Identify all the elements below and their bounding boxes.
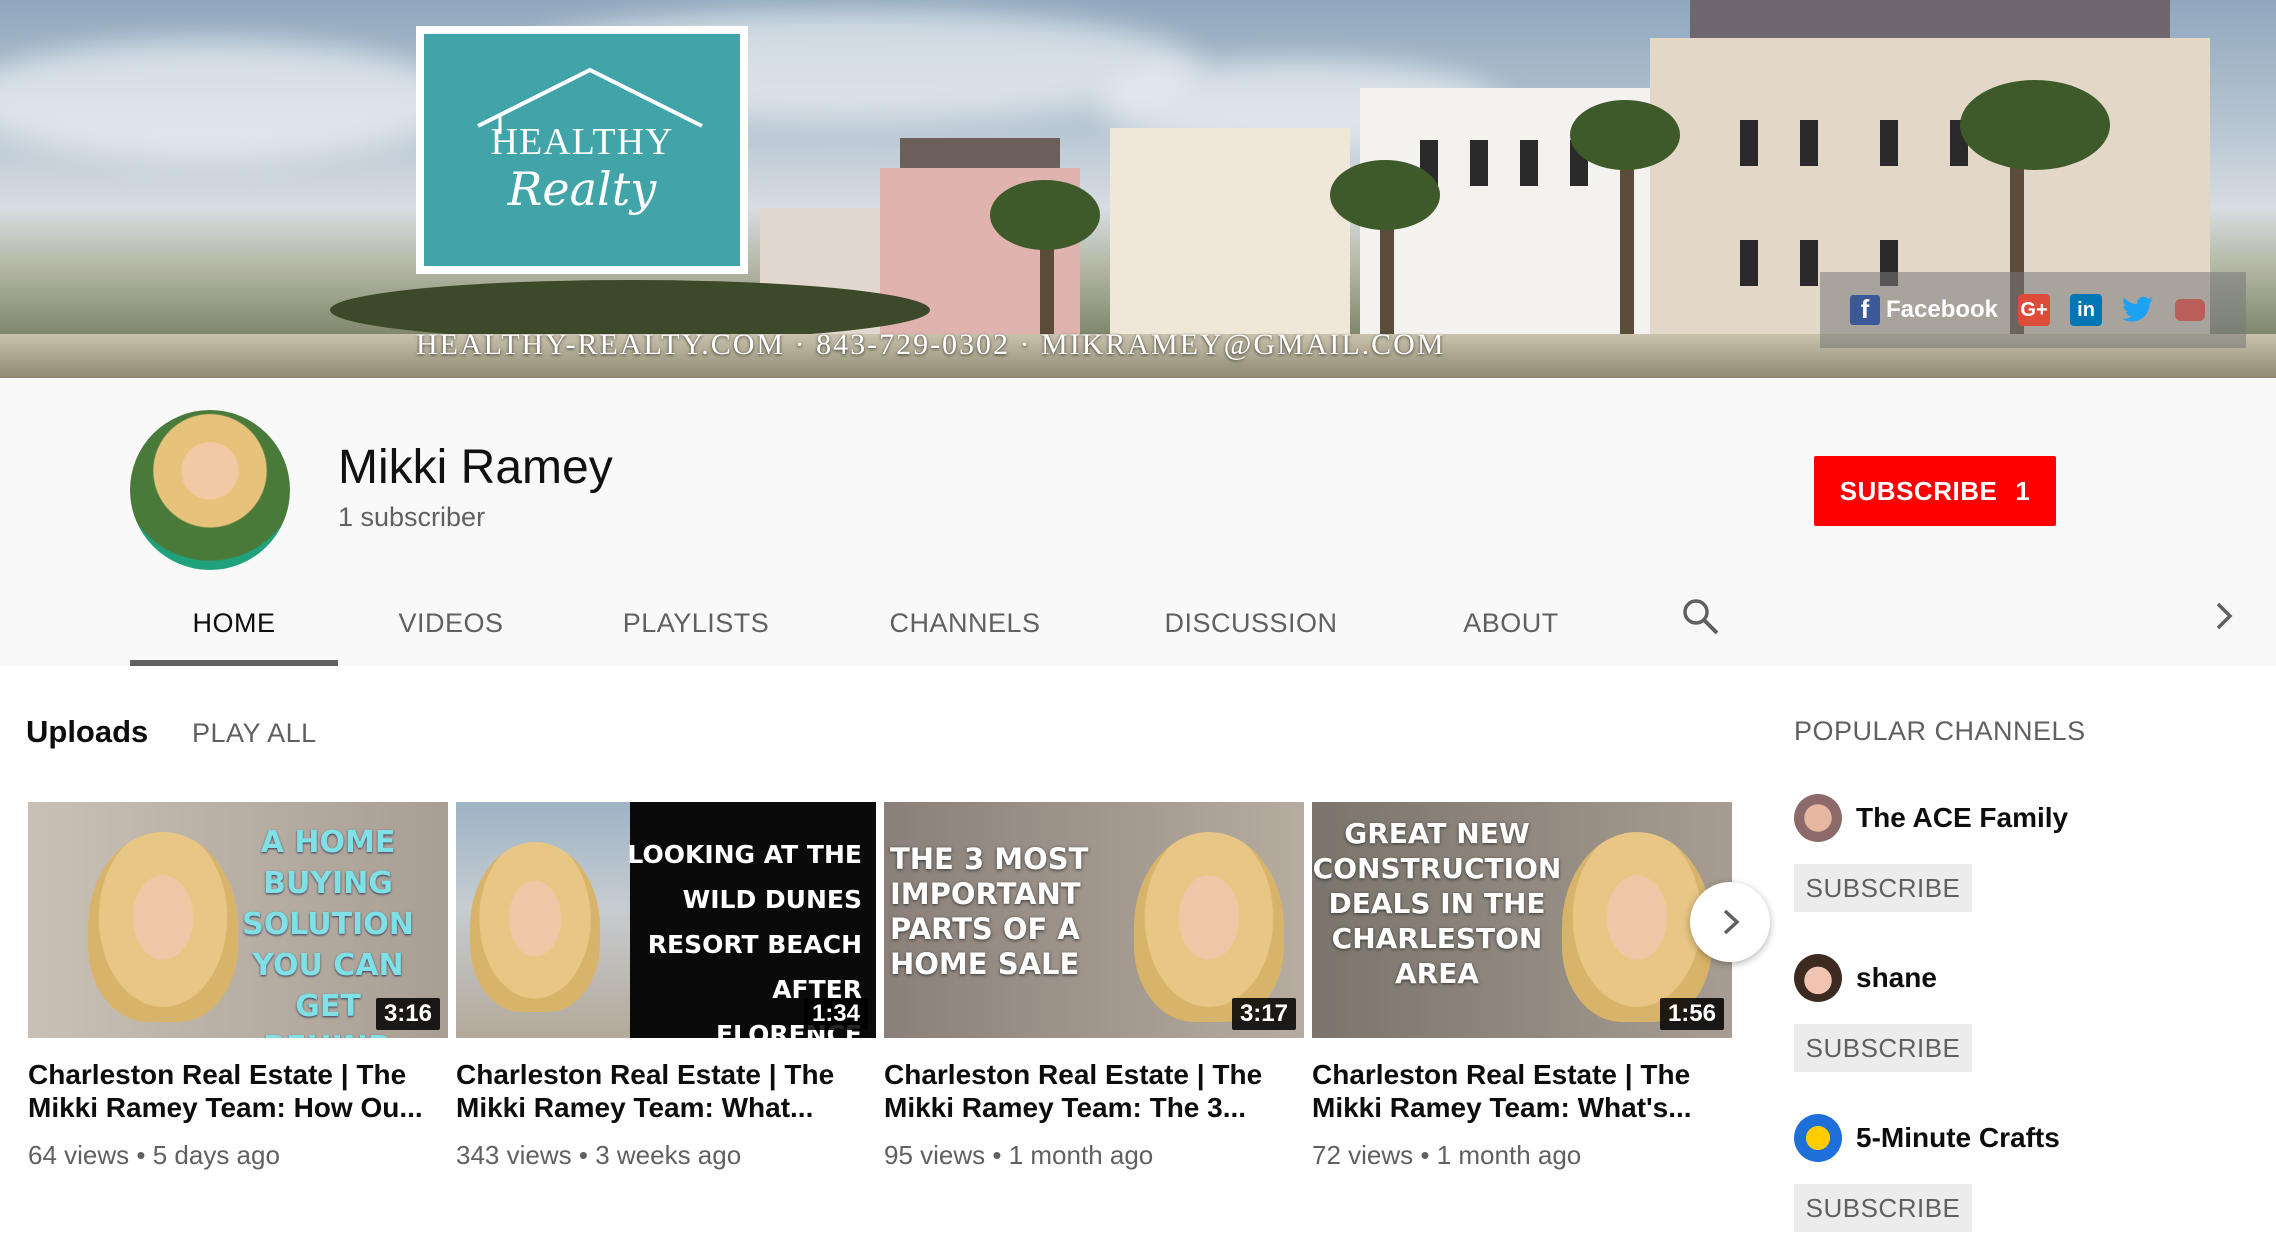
linkedin-icon[interactable]: in: [2070, 294, 2103, 326]
window: [1800, 120, 1818, 166]
palm-leaves: [990, 180, 1100, 250]
subscriber-count: 1 subscriber: [338, 502, 486, 532]
presenter-image: [1134, 832, 1284, 1022]
video-duration: 1:34: [803, 998, 868, 1030]
chevron-right-icon: [1723, 909, 1740, 935]
logo-panel: HEALTHY Realty: [424, 34, 740, 266]
play-all-button[interactable]: PLAY ALL: [192, 718, 317, 749]
subscribe-button[interactable]: SUBSCRIBE 1: [1814, 456, 2056, 526]
video-card[interactable]: A HOME BUYING SOLUTION YOU CAN GET BEHIN…: [28, 802, 448, 1171]
healthy-realty-logo: HEALTHY Realty: [416, 26, 748, 274]
video-card[interactable]: LOOKING AT THE WILD DUNES RESORT BEACH A…: [456, 802, 876, 1171]
video-thumbnail[interactable]: A HOME BUYING SOLUTION YOU CAN GET BEHIN…: [28, 802, 448, 1038]
tab-home[interactable]: HOME: [130, 580, 338, 666]
channel-name[interactable]: 5-Minute Crafts: [1856, 1122, 2060, 1154]
video-card[interactable]: GREAT NEW CONSTRUCTION DEALS IN THE CHAR…: [1312, 802, 1732, 1171]
tab-about[interactable]: ABOUT: [1400, 580, 1622, 666]
video-duration: 3:16: [375, 998, 440, 1030]
search-icon[interactable]: [1680, 596, 1720, 636]
subscribe-button[interactable]: SUBSCRIBE: [1794, 1184, 1972, 1232]
popular-channels-heading: POPULAR CHANNELS: [1794, 716, 2086, 746]
google-plus-icon[interactable]: G+: [2018, 294, 2051, 326]
tab-discussion[interactable]: DISCUSSION: [1102, 580, 1400, 666]
upload-age: 5 days ago: [152, 1140, 280, 1170]
window: [1880, 120, 1898, 166]
subscribe-count: 1: [2015, 475, 2031, 506]
video-duration: 3:17: [1231, 998, 1296, 1030]
uploads-heading: Uploads: [26, 714, 149, 749]
channel-avatar[interactable]: [130, 410, 290, 570]
window: [1520, 140, 1538, 186]
upload-age: 3 weeks ago: [595, 1140, 742, 1170]
tab-playlists[interactable]: PLAYLISTS: [564, 580, 828, 666]
popular-channel-item: shane SUBSCRIBE: [1794, 954, 2214, 1072]
carousel-next-button[interactable]: [1690, 882, 1770, 962]
mansion-roof: [1690, 0, 2170, 38]
video-title[interactable]: Charleston Real Estate | The Mikki Ramey…: [884, 1058, 1304, 1124]
channel-tabs: HOME VIDEOS PLAYLISTS CHANNELS DISCUSSIO…: [130, 580, 1622, 666]
youtube-icon[interactable]: [2174, 294, 2206, 326]
channel-name[interactable]: The ACE Family: [1856, 802, 2068, 834]
video-meta: 72 views • 1 month ago: [1312, 1140, 1582, 1170]
twitter-icon[interactable]: [2122, 294, 2154, 326]
window: [1740, 240, 1758, 286]
video-thumbnail[interactable]: LOOKING AT THE WILD DUNES RESORT BEACH A…: [456, 802, 876, 1038]
subscribe-button[interactable]: SUBSCRIBE: [1794, 1024, 1972, 1072]
video-title[interactable]: Charleston Real Estate | The Mikki Ramey…: [1312, 1058, 1732, 1124]
facebook-label: Facebook: [1886, 296, 1999, 323]
palm-leaves: [1330, 160, 1440, 230]
logo-text-healthy: HEALTHY: [490, 121, 674, 163]
subscribe-button[interactable]: SUBSCRIBE: [1794, 864, 1972, 912]
popular-channel-item: The ACE Family SUBSCRIBE: [1794, 794, 2214, 912]
palm-leaves: [1960, 80, 2110, 170]
thumbnail-caption: THE 3 MOST IMPORTANT PARTS OF A HOME SAL…: [890, 842, 1089, 981]
video-meta: 64 views • 5 days ago: [28, 1140, 280, 1170]
video-title[interactable]: Charleston Real Estate | The Mikki Ramey…: [28, 1058, 448, 1124]
view-count: 95 views: [884, 1140, 986, 1170]
video-thumbnail[interactable]: THE 3 MOST IMPORTANT PARTS OF A HOME SAL…: [884, 802, 1304, 1038]
thumbnail-caption: GREAT NEW CONSTRUCTION DEALS IN THE CHAR…: [1312, 817, 1562, 990]
palm-leaves: [1570, 100, 1680, 170]
channel-avatar[interactable]: [1794, 1114, 1842, 1162]
channel-avatar[interactable]: [1794, 954, 1842, 1002]
logo-text-realty: Realty: [507, 162, 657, 216]
upload-age: 1 month ago: [1008, 1140, 1154, 1170]
channel-name[interactable]: shane: [1856, 962, 1937, 994]
subscribe-label: SUBSCRIBE: [1839, 475, 1998, 506]
channel-avatar[interactable]: [1794, 794, 1842, 842]
window: [1470, 140, 1488, 186]
video-card[interactable]: THE 3 MOST IMPORTANT PARTS OF A HOME SAL…: [884, 802, 1304, 1171]
view-count: 343 views: [456, 1140, 572, 1170]
channel-name: Mikki Ramey: [338, 441, 613, 494]
tab-channels[interactable]: CHANNELS: [828, 580, 1102, 666]
video-duration: 1:56: [1659, 998, 1724, 1030]
video-meta: 95 views • 1 month ago: [884, 1140, 1154, 1170]
upload-age: 1 month ago: [1436, 1140, 1582, 1170]
presenter-image: [88, 832, 238, 1022]
chevron-right-icon[interactable]: [2206, 596, 2242, 636]
cloud: [0, 40, 460, 160]
presenter-image: [470, 842, 600, 1012]
video-title[interactable]: Charleston Real Estate | The Mikki Ramey…: [456, 1058, 876, 1124]
video-meta: 343 views • 3 weeks ago: [456, 1140, 742, 1170]
view-count: 64 views: [28, 1140, 130, 1170]
window: [1740, 120, 1758, 166]
facebook-icon: f: [1850, 294, 1880, 325]
window: [1800, 240, 1818, 286]
banner-social-links: f Facebook G+ in: [1820, 272, 2246, 348]
facebook-link[interactable]: f Facebook: [1850, 294, 1999, 325]
video-thumbnail[interactable]: GREAT NEW CONSTRUCTION DEALS IN THE CHAR…: [1312, 802, 1732, 1038]
banner-contact-line: HEALTHY-REALTY.COM · 843-729-0302 · MIKR…: [416, 328, 1446, 361]
channel-banner: HEALTHY Realty HEALTHY-REALTY.COM · 843-…: [0, 0, 2276, 378]
popular-channel-item: 5-Minute Crafts SUBSCRIBE: [1794, 1114, 2214, 1232]
tab-videos[interactable]: VIDEOS: [338, 580, 564, 666]
view-count: 72 views: [1312, 1140, 1414, 1170]
roof: [900, 138, 1060, 168]
